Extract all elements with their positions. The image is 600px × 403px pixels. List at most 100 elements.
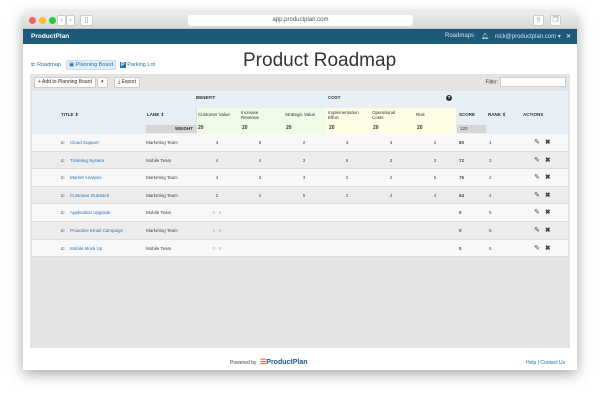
view-roadmap-link[interactable]: ⇇ Roadmap <box>31 62 61 68</box>
delete-icon[interactable]: ✖ <box>545 208 550 216</box>
rank-cell: 4 <box>489 192 492 198</box>
edit-pencil-icon[interactable]: ✎ <box>534 156 540 164</box>
drag-handle-icon[interactable]: ⇇ <box>61 158 65 164</box>
criterion-score-cell[interactable]: 5 <box>339 158 355 163</box>
weight-input[interactable]: 20 <box>286 125 292 133</box>
brand-logo[interactable]: ProductPlan <box>31 33 69 40</box>
criterion-score-cell[interactable]: 3 <box>427 158 443 163</box>
criterion-score-cell[interactable]: 4 <box>209 158 225 163</box>
criterion-score-cell[interactable]: 3 <box>383 140 399 145</box>
delete-icon[interactable]: ✖ <box>545 191 550 199</box>
drag-handle-icon[interactable]: ⇇ <box>61 210 65 216</box>
drag-handle-icon[interactable]: ⇇ <box>61 140 65 146</box>
title-column-header[interactable]: TITLE ⇕ <box>61 112 79 118</box>
criterion-score-cell[interactable]: 5 <box>427 175 443 180</box>
benefit-group-header: BENEFIT <box>196 95 216 100</box>
edit-pencil-icon[interactable]: ✎ <box>534 226 540 234</box>
criterion-score-cell[interactable]: 0 - 5 <box>209 210 225 215</box>
criterion-score-cell[interactable]: 0 - 5 <box>209 228 225 233</box>
criterion-score-cell[interactable]: 3 <box>339 140 355 145</box>
delete-icon[interactable]: ✖ <box>545 244 550 252</box>
address-bar[interactable]: app.productplan.com <box>188 15 413 26</box>
criterion-score-cell[interactable]: 4 <box>383 193 399 198</box>
filter-input[interactable] <box>500 77 566 87</box>
edit-pencil-icon[interactable]: ✎ <box>534 173 540 181</box>
bell-icon[interactable]: 🔔︎ <box>481 33 489 40</box>
item-title-link[interactable]: Application Upgrade <box>70 210 111 215</box>
export-button[interactable]: ⤓ Export <box>114 77 141 88</box>
actions-column-header: ACTIONS <box>523 112 544 117</box>
criterion-score-cell[interactable]: 3 <box>296 158 312 163</box>
criterion-score-cell[interactable]: 3 <box>383 158 399 163</box>
criterion-score-cell[interactable]: 2 <box>296 140 312 145</box>
forward-icon[interactable]: › <box>66 15 75 26</box>
drag-handle-icon[interactable]: ⇇ <box>61 228 65 234</box>
tabs-icon[interactable]: ❐ <box>550 15 561 26</box>
criterion-header: Implementation Effort <box>328 110 359 120</box>
sidebar-icon[interactable]: ▯ <box>80 15 93 26</box>
delete-icon[interactable]: ✖ <box>545 226 550 234</box>
close-window-icon[interactable] <box>29 17 36 24</box>
weight-input[interactable]: 20 <box>242 125 248 133</box>
criterion-score-cell[interactable]: 4 <box>209 175 225 180</box>
criterion-score-cell[interactable]: 2 <box>427 140 443 145</box>
drag-handle-icon[interactable]: ⇇ <box>61 175 65 181</box>
weight-input[interactable]: 20 <box>198 125 204 133</box>
rank-column-header[interactable]: RANK ⇕ <box>488 112 506 118</box>
criterion-score-cell[interactable]: 2 <box>209 193 225 198</box>
item-title-link[interactable]: Market Analysis <box>70 175 102 180</box>
minimize-window-icon[interactable] <box>39 17 46 24</box>
criterion-score-cell[interactable]: 3 <box>296 175 312 180</box>
delete-icon[interactable]: ✖ <box>545 156 550 164</box>
weight-input[interactable]: 20 <box>373 125 379 133</box>
criterion-score-cell[interactable]: 2 <box>339 193 355 198</box>
share-icon[interactable]: ⇪ <box>533 15 544 26</box>
help-contact-links[interactable]: Help | Contact Us <box>526 360 565 366</box>
add-to-planning-board-button[interactable]: + Add to Planning Board <box>34 77 97 88</box>
rank-cell: 3 <box>489 157 492 163</box>
delete-icon[interactable]: ✖ <box>545 138 550 146</box>
criterion-score-cell[interactable]: 3 <box>209 140 225 145</box>
back-icon[interactable]: ‹ <box>57 15 66 26</box>
edit-pencil-icon[interactable]: ✎ <box>534 191 540 199</box>
lane-cell: Marketing Team <box>146 192 178 198</box>
view-planning-board-tab[interactable]: ▣ Planning Board <box>66 60 117 70</box>
rank-cell: 5 <box>489 210 492 216</box>
criterion-score-cell[interactable]: 5 <box>252 140 268 145</box>
add-dropdown-button[interactable]: ▾ <box>97 77 108 88</box>
fullscreen-icon[interactable]: ✕ <box>566 33 571 40</box>
weight-input[interactable]: 20 <box>417 125 423 133</box>
drag-handle-icon[interactable]: ⇇ <box>61 246 65 252</box>
criterion-score-cell[interactable]: 3 <box>252 175 268 180</box>
criterion-score-cell[interactable]: 0 - 5 <box>209 246 225 251</box>
weight-input[interactable]: 20 <box>329 125 335 133</box>
drag-handle-icon[interactable]: ⇇ <box>61 193 65 199</box>
item-title-link[interactable]: Customer Outreach <box>70 193 109 198</box>
user-menu[interactable]: nick@productplan.com ▾ <box>495 33 561 40</box>
zoom-window-icon[interactable] <box>49 17 56 24</box>
lane-cell: Marketing Team <box>146 228 178 233</box>
item-title-link[interactable]: Mobile Mock Up <box>70 246 102 251</box>
criterion-score-cell[interactable]: 4 <box>427 193 443 198</box>
criterion-score-cell[interactable]: 4 <box>252 158 268 163</box>
table-row: ⇇ Proactive Email Campaign Marketing Tea… <box>32 222 568 240</box>
view-parking-lot-link[interactable]: P Parking Lot <box>120 62 155 68</box>
item-title-link[interactable]: Proactive Email Campaign <box>70 228 123 233</box>
help-icon[interactable]: ? <box>446 95 452 101</box>
criterion-header: Strategic Value <box>285 112 316 117</box>
item-title-link[interactable]: Ticketing System <box>70 158 104 163</box>
criterion-score-cell[interactable]: 2 <box>383 175 399 180</box>
weight-label: WEIGHT <box>146 125 196 133</box>
lane-column-header[interactable]: LANE ⇕ <box>147 112 164 118</box>
delete-icon[interactable]: ✖ <box>545 173 550 181</box>
roadmaps-link[interactable]: Roadmaps <box>445 33 474 39</box>
score-cell: 64 <box>459 192 465 198</box>
edit-pencil-icon[interactable]: ✎ <box>534 244 540 252</box>
criterion-score-cell[interactable]: 1 <box>252 193 268 198</box>
edit-pencil-icon[interactable]: ✎ <box>534 138 540 146</box>
criterion-score-cell[interactable]: 5 <box>296 193 312 198</box>
table-row: ⇇ Market Analysis Marketing Team 4 3 3 2 2 5 76… <box>32 169 568 187</box>
item-title-link[interactable]: Cloud Support <box>70 140 99 145</box>
edit-pencil-icon[interactable]: ✎ <box>534 208 540 216</box>
criterion-score-cell[interactable]: 2 <box>339 175 355 180</box>
